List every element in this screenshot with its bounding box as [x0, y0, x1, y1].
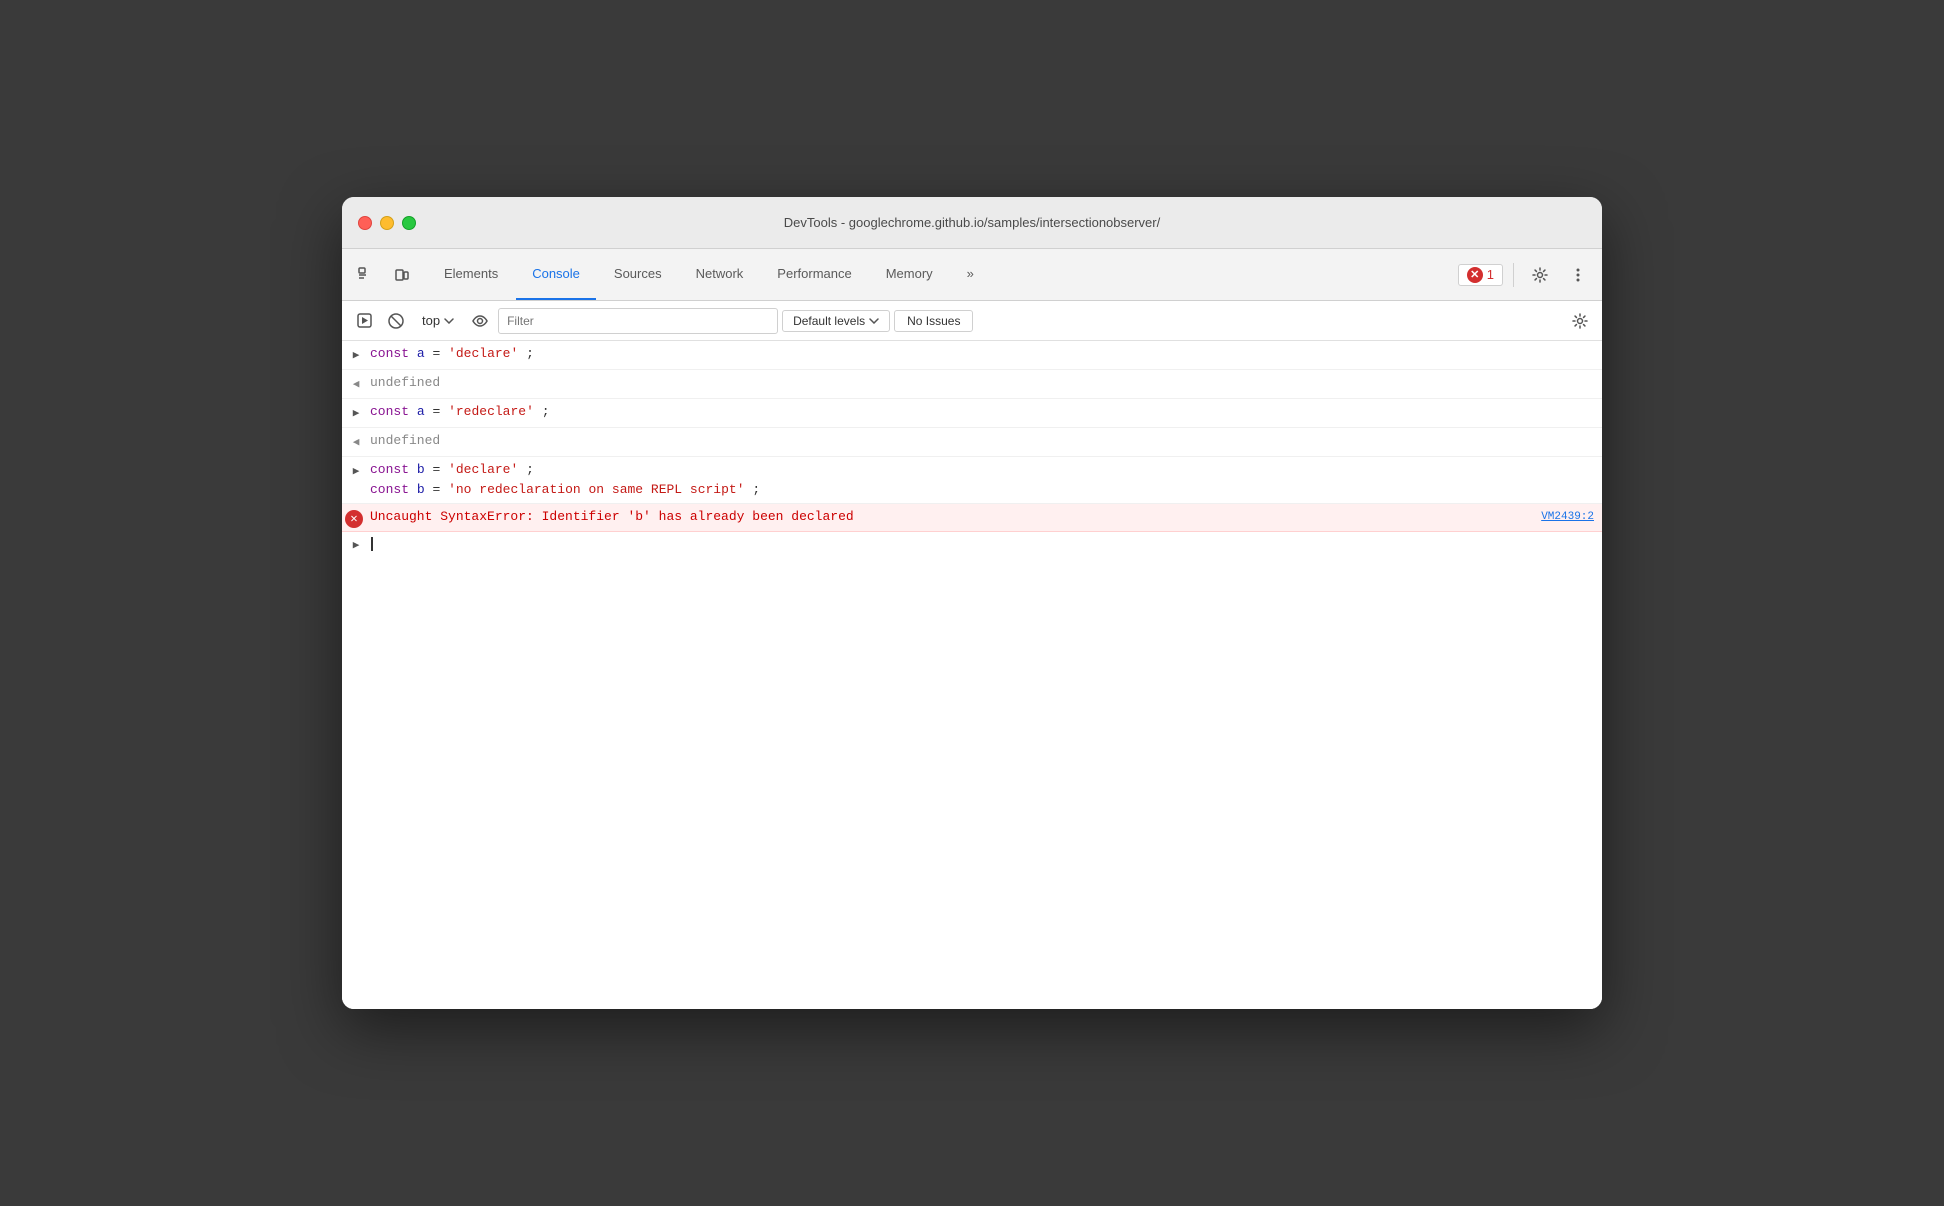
error-source-link[interactable]: VM2439:2 — [1525, 507, 1594, 527]
console-line: ▶ const a = 'declare' ; — [342, 341, 1602, 370]
expand-arrow[interactable]: ▶ — [342, 344, 370, 366]
more-tabs-button[interactable]: » — [951, 249, 990, 300]
tab-performance[interactable]: Performance — [761, 249, 867, 300]
run-script-button[interactable] — [350, 307, 378, 335]
maximize-button[interactable] — [402, 216, 416, 230]
tab-bar-right: ✕ 1 — [1458, 259, 1594, 291]
devtools-window: DevTools - googlechrome.github.io/sample… — [342, 197, 1602, 1009]
error-message: Uncaught SyntaxError: Identifier 'b' has… — [370, 507, 1525, 527]
tab-bar-left-icons — [350, 259, 418, 291]
console-line: ◀ undefined — [342, 370, 1602, 399]
no-issues-button[interactable]: No Issues — [894, 310, 973, 332]
output-arrow: ◀ — [342, 431, 370, 453]
console-line: ▶ const b = 'declare' ; const — [342, 457, 1602, 504]
clear-console-button[interactable] — [382, 307, 410, 335]
expand-arrow[interactable]: ▶ — [342, 402, 370, 424]
context-selector[interactable]: top — [414, 311, 462, 330]
eye-button[interactable] — [466, 307, 494, 335]
more-options-button[interactable] — [1562, 259, 1594, 291]
tab-bar: Elements Console Sources Network Perform… — [342, 249, 1602, 301]
line-content: const a = 'declare' ; — [370, 344, 1594, 364]
minimize-button[interactable] — [380, 216, 394, 230]
device-toolbar-button[interactable] — [386, 259, 418, 291]
levels-dropdown-arrow-icon — [869, 318, 879, 324]
divider — [1513, 263, 1514, 287]
console-line: ▶ const a = 'redeclare' ; — [342, 399, 1602, 428]
line-content: const a = 'redeclare' ; — [370, 402, 1594, 422]
settings-button[interactable] — [1524, 259, 1556, 291]
console-prompt-line: ▶ — [342, 532, 1602, 556]
line-content: undefined — [370, 373, 1594, 393]
devtools-panel: Elements Console Sources Network Perform… — [342, 249, 1602, 1009]
tab-network[interactable]: Network — [680, 249, 760, 300]
line-content: undefined — [370, 431, 1594, 451]
filter-input[interactable] — [498, 308, 778, 334]
levels-dropdown[interactable]: Default levels — [782, 310, 890, 332]
tab-memory[interactable]: Memory — [870, 249, 949, 300]
console-toolbar: top Default levels No Issues — [342, 301, 1602, 341]
console-line: ◀ undefined — [342, 428, 1602, 457]
title-bar: DevTools - googlechrome.github.io/sample… — [342, 197, 1602, 249]
expand-arrow[interactable]: ▶ — [342, 460, 370, 482]
cursor — [371, 537, 373, 551]
console-output: ▶ const a = 'declare' ; ◀ undefined — [342, 341, 1602, 1009]
close-button[interactable] — [358, 216, 372, 230]
tab-elements[interactable]: Elements — [428, 249, 514, 300]
tab-console[interactable]: Console — [516, 249, 596, 300]
prompt-arrow: ▶ — [342, 536, 370, 552]
error-circle-icon: ✕ — [345, 510, 363, 528]
output-arrow: ◀ — [342, 373, 370, 395]
error-icon: ✕ — [342, 507, 370, 528]
error-badge[interactable]: ✕ 1 — [1458, 264, 1503, 286]
error-console-line: ✕ Uncaught SyntaxError: Identifier 'b' h… — [342, 504, 1602, 532]
error-badge-icon: ✕ — [1467, 267, 1483, 283]
console-settings-button[interactable] — [1566, 307, 1594, 335]
traffic-lights — [358, 216, 416, 230]
window-title: DevTools - googlechrome.github.io/sample… — [784, 215, 1160, 230]
line-content: const b = 'declare' ; const b = ' — [370, 460, 1594, 500]
tab-sources[interactable]: Sources — [598, 249, 678, 300]
dropdown-arrow-icon — [444, 318, 454, 324]
inspect-element-button[interactable] — [350, 259, 382, 291]
